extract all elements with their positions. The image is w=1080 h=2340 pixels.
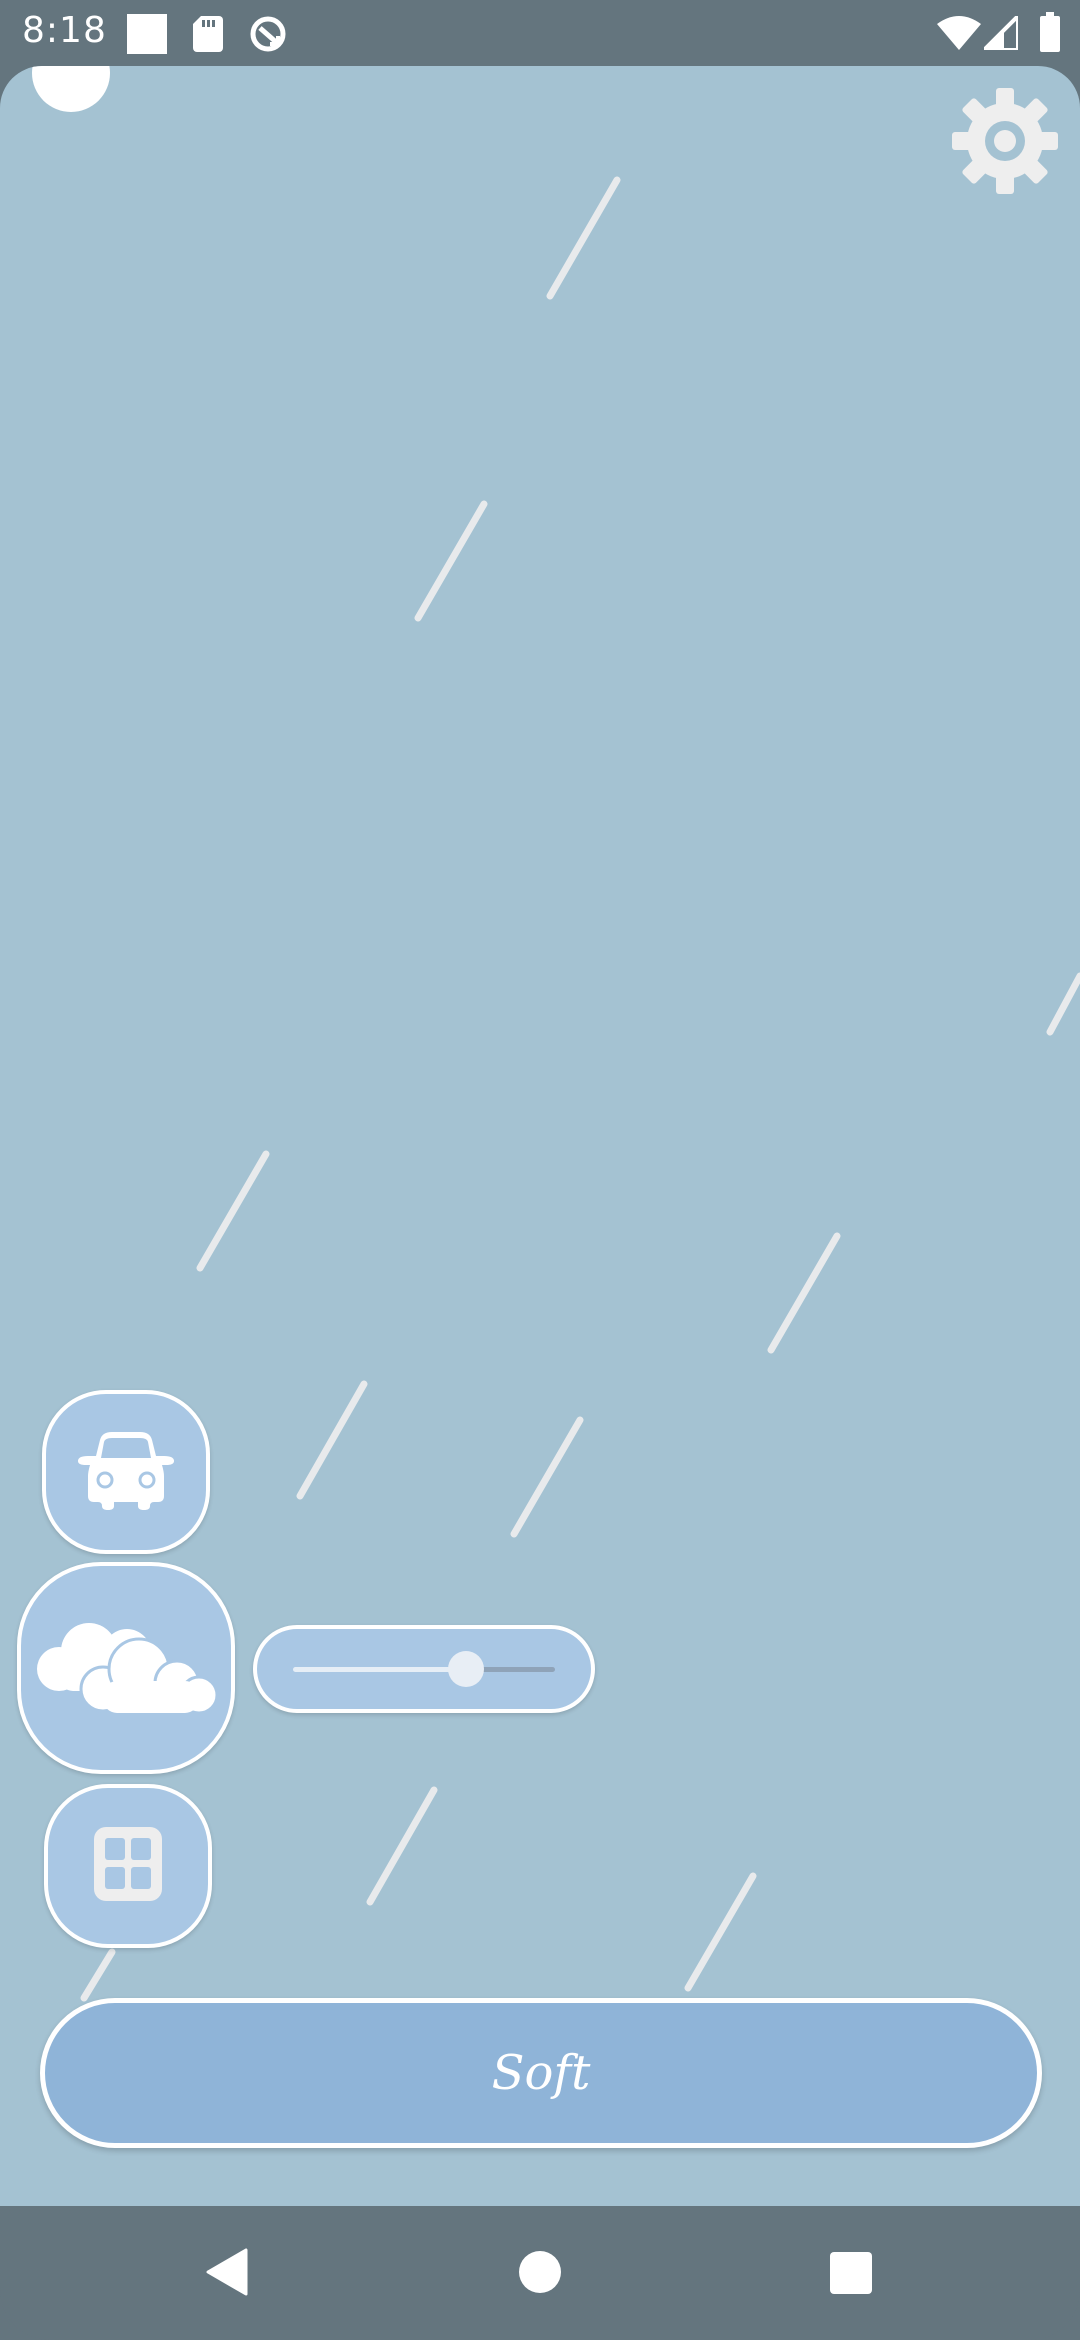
cloud-icon: [31, 1611, 221, 1725]
slider-thumb[interactable]: [447, 1651, 484, 1687]
status-bar: 8:18: [0, 0, 1080, 66]
back-icon[interactable]: [204, 2248, 248, 2300]
intensity-slider[interactable]: [253, 1625, 595, 1713]
home-icon[interactable]: [518, 2250, 562, 2298]
battery-icon: [1040, 12, 1060, 56]
cell-signal-icon: [979, 11, 1020, 54]
car-mode-button[interactable]: [42, 1390, 210, 1554]
main-screen: Soft: [0, 66, 1080, 2206]
window-icon: [92, 1825, 164, 1907]
window-mode-button[interactable]: [44, 1784, 212, 1948]
recents-icon[interactable]: [830, 2252, 872, 2298]
navigation-bar: [0, 2206, 1080, 2340]
car-icon: [74, 1430, 178, 1514]
cloud-mode-button[interactable]: [17, 1562, 235, 1774]
square-notification-icon: [127, 14, 167, 58]
sound-type-label: Soft: [491, 2045, 591, 2101]
settings-gear-icon[interactable]: [950, 86, 1060, 196]
status-time: 8:18: [22, 10, 107, 51]
sound-type-button[interactable]: Soft: [40, 1998, 1042, 2148]
sync-icon: [248, 14, 288, 58]
slider-track-active: [293, 1667, 466, 1672]
wifi-icon: [937, 16, 981, 54]
sd-card-icon: [193, 16, 223, 56]
